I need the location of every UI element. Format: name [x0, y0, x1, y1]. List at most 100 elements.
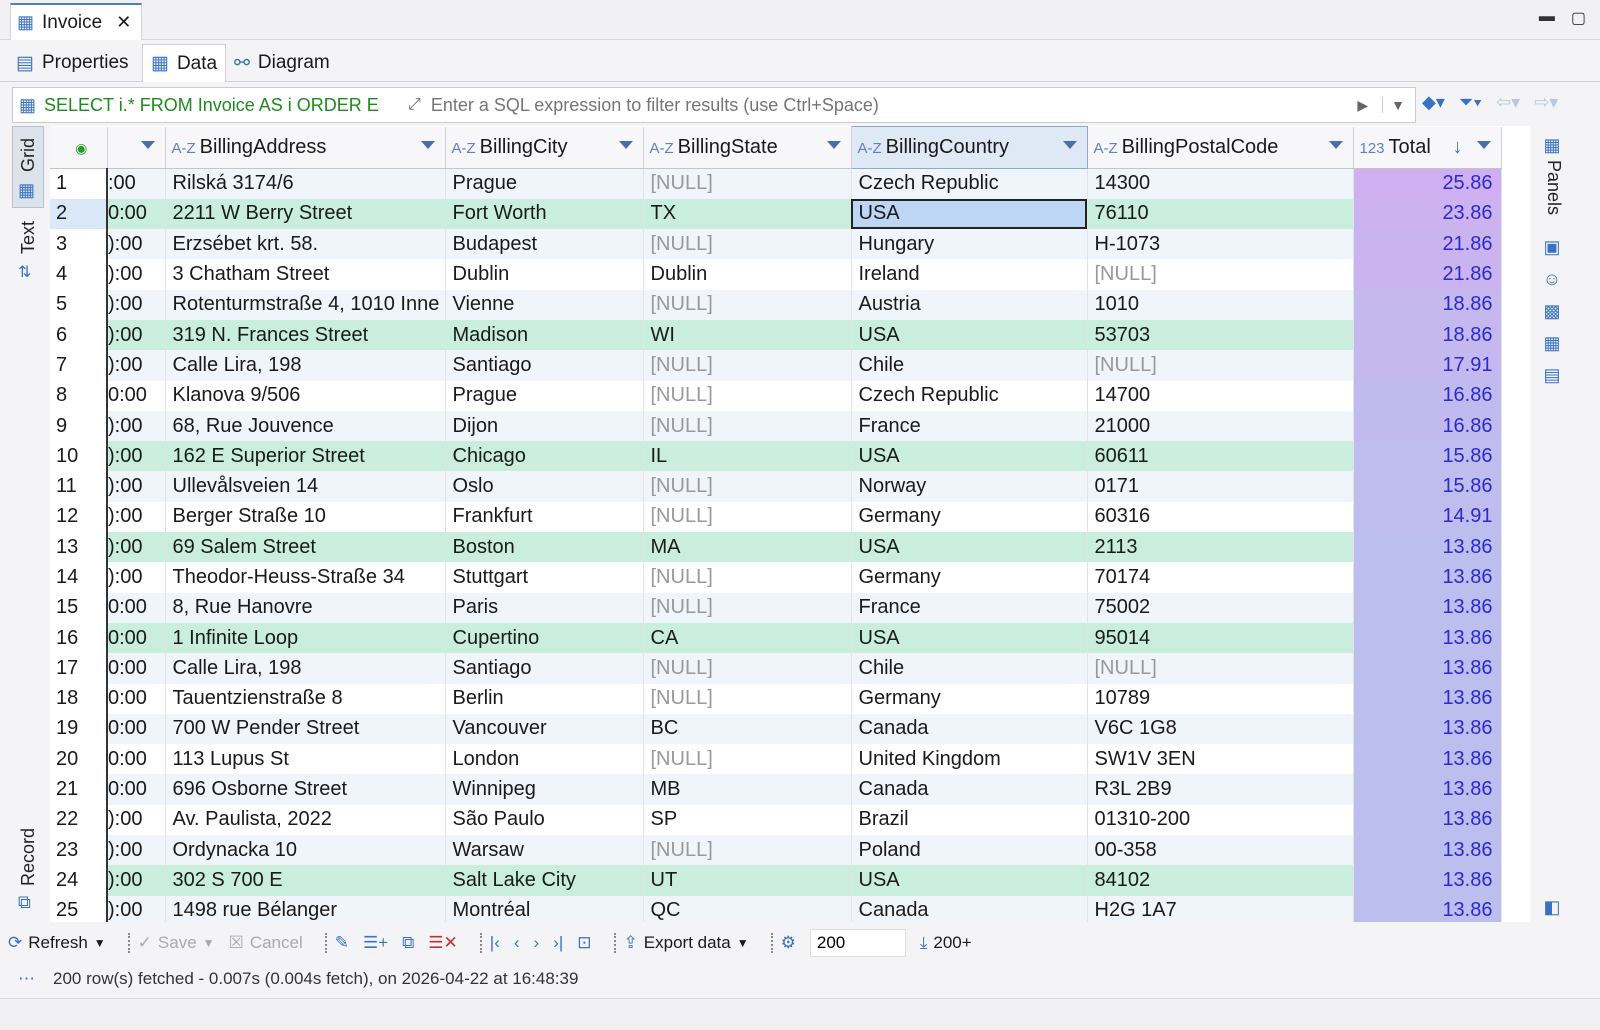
header-billing-country[interactable]: A-Z BillingCountry	[850, 126, 1088, 169]
cell-postal[interactable]: 70174	[1087, 562, 1354, 593]
cell-country[interactable]: Czech Republic	[851, 168, 1088, 199]
cell-time[interactable]: ):00	[107, 562, 166, 593]
record-view-label[interactable]: Record	[18, 828, 39, 886]
tab-diagram[interactable]: ⚯ Diagram	[226, 44, 338, 82]
chevron-down-icon[interactable]	[618, 140, 633, 149]
cell-postal[interactable]: 0171	[1087, 471, 1354, 502]
cell-time[interactable]: ):00	[107, 259, 166, 290]
cell-country[interactable]: Germany	[851, 562, 1088, 593]
cell-state[interactable]: WI	[643, 319, 852, 351]
cell-state[interactable]: [NULL]	[643, 835, 852, 866]
cancel-button[interactable]: ☒ Cancel	[229, 933, 303, 953]
cell-state[interactable]: [NULL]	[643, 592, 852, 623]
cell-city[interactable]: Fort Worth	[445, 198, 644, 230]
cell-row-number[interactable]: 7	[50, 350, 108, 381]
cell-state[interactable]: IL	[643, 441, 852, 472]
cell-row-number[interactable]: 12	[50, 501, 108, 533]
cell-country[interactable]: Ireland	[851, 259, 1088, 290]
copy-row-button[interactable]: ⧉	[402, 933, 414, 953]
chevron-down-icon[interactable]: ▼	[737, 936, 749, 950]
filter-input[interactable]	[420, 94, 1358, 116]
cell-country[interactable]: Germany	[851, 683, 1088, 714]
cell-time[interactable]: 0:00	[107, 592, 166, 623]
cell-country[interactable]: Austria	[851, 289, 1088, 320]
cell-address[interactable]: 1 Infinite Loop	[165, 622, 446, 654]
cell-row-number[interactable]: 14	[50, 562, 108, 593]
maximize-icon[interactable]: ▢	[1571, 8, 1586, 28]
cell-row-number[interactable]: 5	[50, 289, 108, 320]
header-billing-postal-code[interactable]: A-Z BillingPostalCode	[1087, 126, 1354, 169]
cell-row-number[interactable]: 23	[50, 835, 108, 866]
cell-state[interactable]: [NULL]	[643, 744, 852, 775]
cell-postal[interactable]: 75002	[1087, 592, 1354, 623]
chevron-down-icon[interactable]	[1062, 141, 1077, 149]
table-row[interactable]: 24):00 302 S 700 E Salt Lake City UT USA 8410…	[50, 865, 1502, 896]
cell-time[interactable]: ):00	[107, 501, 166, 533]
cell-time[interactable]: :00	[107, 168, 166, 199]
table-row[interactable]: 20 0:00 113 Lupus St London [NULL] United Kin…	[50, 744, 1502, 775]
table-row[interactable]: 6):00 319 N. Frances Street Madison WI USA 53…	[50, 319, 1502, 351]
cell-row-number[interactable]: 15	[50, 592, 108, 623]
cell-city[interactable]: Vienne	[445, 289, 644, 320]
cell-total[interactable]: 25.86	[1353, 168, 1502, 199]
cell-row-number[interactable]: 2	[50, 198, 108, 230]
cell-total[interactable]: 21.86	[1353, 259, 1502, 290]
cell-city[interactable]: São Paulo	[445, 804, 644, 836]
cell-address[interactable]: 1498 rue Bélanger	[165, 895, 446, 922]
panels-icon[interactable]: ▦	[1542, 136, 1562, 154]
chevron-down-icon[interactable]	[826, 140, 841, 149]
close-icon[interactable]: ✕	[116, 12, 131, 33]
cell-address[interactable]: 68, Rue Jouvence	[165, 410, 446, 442]
cell-country[interactable]: Canada	[851, 774, 1088, 805]
next-page-button[interactable]: ›	[534, 933, 540, 953]
cell-postal[interactable]: 1010	[1087, 289, 1354, 320]
cell-state[interactable]: [NULL]	[643, 562, 852, 593]
cell-state[interactable]: [NULL]	[643, 471, 852, 502]
cell-country[interactable]: USA	[851, 319, 1088, 351]
cell-address[interactable]: 319 N. Frances Street	[165, 319, 446, 351]
cell-row-number[interactable]: 1	[50, 168, 108, 199]
cell-postal[interactable]: 14300	[1087, 168, 1354, 199]
cell-time[interactable]: 0:00	[107, 713, 166, 745]
chart-icon[interactable]: ▩	[1542, 302, 1562, 320]
chevron-down-icon[interactable]	[420, 140, 435, 149]
cell-postal[interactable]: H-1073	[1087, 229, 1354, 260]
cell-postal[interactable]: 76110	[1087, 198, 1354, 230]
cell-total[interactable]: 13.86	[1353, 835, 1502, 866]
cell-time[interactable]: ):00	[107, 289, 166, 320]
cell-city[interactable]: Montréal	[445, 895, 644, 922]
cell-time[interactable]: 0:00	[107, 653, 166, 684]
cell-total[interactable]: 21.86	[1353, 229, 1502, 260]
settings-button[interactable]: ⚙	[781, 933, 796, 953]
cell-time[interactable]: ):00	[107, 532, 166, 563]
expand-icon[interactable]: ⤢	[408, 96, 421, 114]
delete-row-button[interactable]: ☰✕	[428, 933, 457, 953]
cell-total[interactable]: 16.86	[1353, 410, 1502, 442]
table-row[interactable]: 19 0:00 700 W Pender Street Vancouver BC Cana…	[50, 713, 1502, 745]
cell-total[interactable]: 23.86	[1353, 198, 1502, 230]
cell-total[interactable]: 14.91	[1353, 501, 1502, 533]
cell-row-number[interactable]: 8	[50, 380, 108, 411]
cell-row-number[interactable]: 24	[50, 865, 108, 896]
cell-postal[interactable]: 10789	[1087, 683, 1354, 714]
cell-total[interactable]: 18.86	[1353, 319, 1502, 351]
table-row[interactable]: 14):00 Theodor-Heuss-Straße 34 Stuttgart [N…	[50, 562, 1502, 593]
cell-city[interactable]: Frankfurt	[445, 501, 644, 533]
table-row[interactable]: 16 0:00 1 Infinite Loop Cupertino CA USA 95014…	[50, 622, 1502, 654]
table-row[interactable]: 11):00 Ullevålsveien 14 Oslo [NULL] Norway 01…	[50, 471, 1502, 502]
cell-city[interactable]: Paris	[445, 592, 644, 623]
cell-city[interactable]: Santiago	[445, 653, 644, 684]
cell-postal[interactable]: V6C 1G8	[1087, 713, 1354, 745]
cell-time[interactable]: 0:00	[107, 774, 166, 805]
cell-city[interactable]: Madison	[445, 319, 644, 351]
run-filter-icon[interactable]: ▶	[1357, 97, 1368, 114]
cell-city[interactable]: Oslo	[445, 471, 644, 502]
cell-country[interactable]: Norway	[851, 471, 1088, 502]
cell-country[interactable]: France	[851, 592, 1088, 623]
cell-address[interactable]: 2211 W Berry Street	[165, 198, 446, 230]
table-row[interactable]: 23):00 Ordynacka 10 Warsaw [NULL] Poland 00-3…	[50, 835, 1502, 866]
cell-country[interactable]: Poland	[851, 835, 1088, 866]
cell-state[interactable]: [NULL]	[643, 380, 852, 411]
fetch-all-button[interactable]: ⊡	[577, 933, 591, 953]
cell-city[interactable]: Winnipeg	[445, 774, 644, 805]
